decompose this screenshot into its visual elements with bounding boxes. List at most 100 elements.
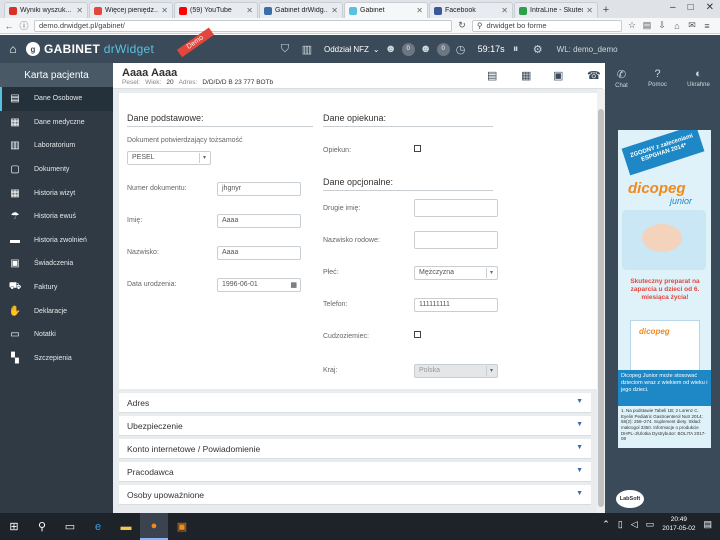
keyboard-icon[interactable]: ▭ [646,519,655,530]
accordion-ubezpieczenie[interactable]: Ubezpieczenie ▼ [119,416,591,436]
id-card-icon[interactable]: ▤ [487,69,497,82]
download-icon[interactable]: ⇩ [657,20,667,31]
accordion-osoby[interactable]: Osoby upoważnione ▼ [119,485,591,505]
sidebar-item-dane-medyczne[interactable]: ▦ Dane medyczne [0,111,113,135]
foreigner-checkbox[interactable] [414,331,421,338]
notifications-icon[interactable]: ▤ [703,519,712,530]
tab-title: (59) YouTube [190,7,232,14]
last-name-input[interactable]: Aaaa [217,246,301,260]
browser-tab[interactable]: Wyniki wyszuk... ✕ [4,2,88,18]
user-icon[interactable]: ☻ [380,43,402,55]
home-icon[interactable]: ⌂ [672,21,682,31]
family-name-input[interactable] [414,231,498,249]
back-icon[interactable]: ← [4,21,14,31]
close-tab-icon[interactable]: ✕ [76,6,83,15]
sex-select[interactable]: Mężczyzna ▾ [414,266,498,280]
close-tab-icon[interactable]: ✕ [331,6,338,15]
browser-tab[interactable]: Gabinet drWidg... ✕ [259,2,343,18]
sidebar-item-historia-zwolnien[interactable]: ▬ Historia zwolnień [0,229,113,253]
system-clock[interactable]: 20:49 2017-05-02 [662,516,695,534]
info-icon[interactable]: ⓘ [19,19,29,32]
caret-down-icon: ▼ [576,421,583,428]
sidebar-item-szczepienia[interactable]: ▚ Szczepienia [0,347,113,371]
scrollbar-thumb[interactable] [598,109,604,507]
search-icon[interactable]: ⚲ [28,513,56,540]
accordion-adres[interactable]: Adres ▼ [119,393,591,413]
app-logo[interactable]: g GABINET drWidget Demo [26,27,274,58]
doc-number-input[interactable]: jhgnyr [217,182,301,196]
windows-start-icon[interactable]: ⊞ [0,513,28,540]
building-icon[interactable]: ▥ [296,43,318,56]
user-label[interactable]: WL: demo_demo [557,45,618,54]
second-name-input[interactable] [414,199,498,217]
sidebar-item-dokumenty[interactable]: ▢ Dokumenty [0,158,113,182]
reload-icon[interactable]: ↻ [457,20,467,31]
firefox-icon[interactable]: ● [140,513,168,540]
minimize-icon[interactable]: – [670,2,676,13]
home-icon[interactable]: ⌂ [0,42,26,56]
dob-input[interactable]: 1996-06-01 ▦ [217,278,301,292]
sidebar-item-historia-wizyt[interactable]: ▦ Historia wizyt [0,181,113,205]
dicopeg-ad[interactable]: ZGODNY z zaleceniami ESPGHAN 2014* dicop… [618,130,711,448]
labsoft-logo[interactable]: LabSoft [616,490,644,508]
sidebar-item-dane-osobowe[interactable]: ▤ Dane Osobowe [0,87,113,111]
oddzial-select[interactable]: Oddział NFZ ⌄ [324,45,380,54]
maximize-icon[interactable]: □ [688,2,694,13]
settings-icon[interactable]: ⚙ [527,43,549,56]
accordion-pracodawca[interactable]: Pracodawca ▼ [119,462,591,482]
url-bar[interactable]: demo.drwidget.pl/gabinet/ [34,19,452,32]
first-name-input[interactable]: Aaaa [217,214,301,228]
tray-up-icon[interactable]: ⌃ [602,519,610,530]
sidebar-item-historia-ewus[interactable]: ☂ Historia ewuś [0,205,113,229]
browser-tab[interactable]: (59) YouTube ✕ [174,2,258,18]
doc-type-select[interactable]: PESEL ▾ [127,151,211,165]
edge-icon[interactable]: e [84,513,112,540]
menu-icon[interactable]: ≡ [702,21,712,31]
sidebar-item-deklaracje[interactable]: ✋ Deklaracje [0,299,113,323]
accordion-konto[interactable]: Konto internetowe / Powiadomienie ▼ [119,439,591,459]
document-icon[interactable]: ▣ [553,69,563,82]
task-view-icon[interactable]: ▭ [56,513,84,540]
sidebar-item-notatki[interactable]: ▭ Notatki [0,323,113,347]
first-name-label: Imię: [127,217,143,224]
close-tab-icon[interactable]: ✕ [161,6,168,15]
help-button[interactable]: ? Pomoc [648,68,667,88]
phone-input[interactable]: 111111111 [414,298,498,312]
shield-icon[interactable]: ⛉ [274,43,296,56]
star-icon[interactable]: ☆ [627,20,637,31]
close-tab-icon[interactable]: ✕ [586,6,593,15]
sidebar-item-swiadczenia[interactable]: ▣ Świadczenia [0,252,113,276]
browser-tab[interactable]: IntraLine - Skuteczn...✕ [514,2,598,18]
search-bar[interactable]: ⚲ drwidget bo forme [472,19,622,32]
network-icon[interactable]: ▯ [618,519,623,530]
sidebar-item-laboratorium[interactable]: ▥ Laboratorium [0,134,113,158]
calendar-icon[interactable]: ▦ [521,69,531,82]
notification-badge[interactable]: 0 [401,42,415,56]
volume-icon[interactable]: ◁ [631,519,638,530]
hide-button[interactable]: ◐ Ukrahne [687,68,710,88]
phone-icon[interactable]: ☎ [587,69,601,82]
sidebar-item-label: Świadczenia [34,260,74,268]
clipboard-icon[interactable]: ▤ [642,20,652,31]
close-tab-icon[interactable]: ✕ [416,6,423,15]
calendar-icon[interactable]: ▦ [290,281,297,289]
new-tab-button[interactable]: + [599,2,613,18]
browser-tab[interactable]: Facebook ✕ [429,2,513,18]
sidebar-item-faktury[interactable]: ⛟ Faktury [0,276,113,300]
chat-button[interactable]: ✆ Chat [615,68,628,89]
close-tab-icon[interactable]: ✕ [501,6,508,15]
pause-icon[interactable]: ⏸ [505,43,527,56]
user-icon[interactable]: ☻ [415,43,437,55]
chat-icon[interactable]: ✉ [687,20,697,31]
close-tab-icon[interactable]: ✕ [246,6,253,15]
browser-tab-active[interactable]: Gabinet ✕ [344,2,428,18]
guardian-checkbox[interactable] [414,145,421,152]
browser-tab[interactable]: Więcej pieniędz... ✕ [89,2,173,18]
last-name-label: Nazwisko: [127,249,159,256]
file-explorer-icon[interactable]: ▬ [112,513,140,540]
close-window-icon[interactable]: ✕ [706,2,714,13]
store-icon[interactable]: ▣ [168,513,196,540]
ad-badge: ZGODNY z zaleceniami ESPGHAN 2014* [621,130,705,176]
notification-badge[interactable]: 0 [436,42,450,56]
form-scrollbar[interactable] [597,89,605,513]
